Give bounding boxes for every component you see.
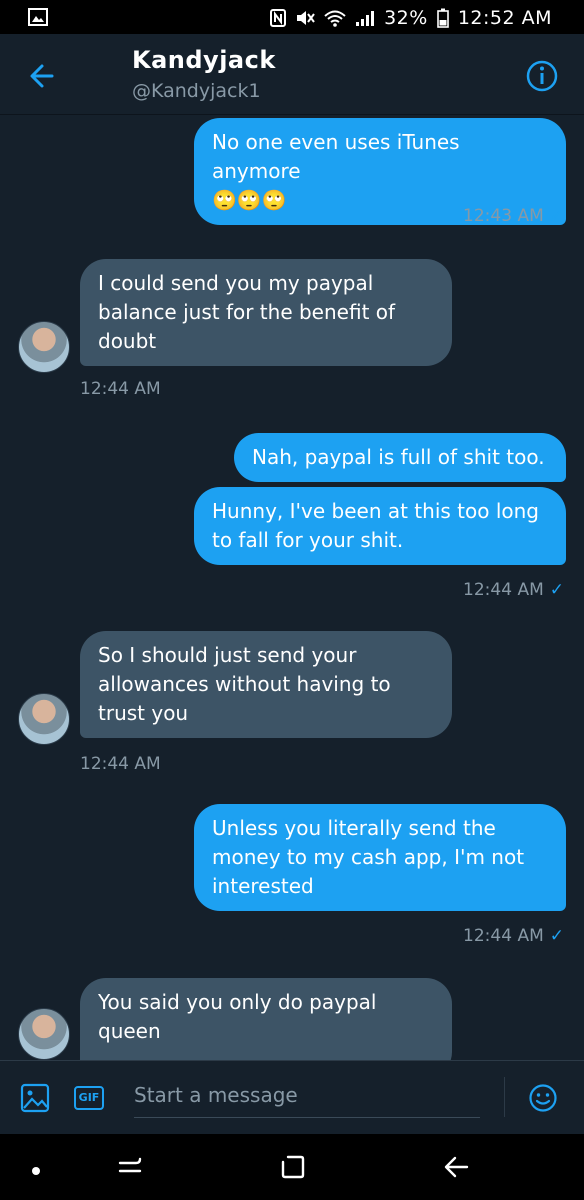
emoji-icon <box>529 1084 557 1112</box>
avatar[interactable] <box>18 321 70 373</box>
message-timestamp: 12:44 AM ✓ <box>463 926 564 946</box>
battery-icon <box>437 8 449 28</box>
outgoing-message[interactable]: Hunny, I've been at this too long to fal… <box>194 487 566 565</box>
home-icon[interactable] <box>280 1154 306 1184</box>
message-text: No one even uses iTunes anymore 🙄🙄🙄 <box>212 130 460 212</box>
message-timestamp: 12:44 AM ✓ <box>463 580 564 600</box>
status-bar: 32% 12:52 AM <box>0 0 584 34</box>
incoming-message[interactable]: You said you only do paypal queen <box>80 978 452 1060</box>
image-icon <box>20 1083 50 1113</box>
wifi-icon <box>324 9 346 27</box>
incoming-message[interactable]: So I should just send your allowances wi… <box>80 631 452 738</box>
battery-percent: 32% <box>384 7 428 29</box>
signal-icon <box>355 9 375 27</box>
message-text: So I should just send your allowances wi… <box>98 643 391 725</box>
nav-back-icon[interactable] <box>442 1154 470 1184</box>
mute-icon <box>295 9 315 27</box>
back-arrow-icon <box>30 64 54 88</box>
composer-divider <box>504 1077 505 1117</box>
emoji-button[interactable] <box>528 1083 558 1117</box>
recents-icon[interactable] <box>116 1154 144 1184</box>
nfc-icon <box>270 9 287 27</box>
outgoing-message[interactable]: Unless you literally send the money to m… <box>194 804 566 911</box>
message-input[interactable]: Start a message <box>134 1077 480 1118</box>
message-composer: GIF Start a message <box>0 1060 584 1135</box>
avatar[interactable] <box>18 1008 70 1060</box>
info-button[interactable] <box>522 56 562 96</box>
outgoing-message[interactable]: Nah, paypal is full of shit too. <box>234 433 566 482</box>
gallery-icon <box>28 8 48 30</box>
add-image-button[interactable] <box>20 1083 50 1117</box>
message-text: You said you only do paypal queen <box>98 990 377 1043</box>
message-text: Unless you literally send the money to m… <box>212 816 525 898</box>
avatar[interactable] <box>18 693 70 745</box>
system-nav-bar <box>0 1134 584 1200</box>
nav-dot-icon[interactable] <box>30 1162 42 1181</box>
message-timestamp: 12:43 AM ✓ <box>463 206 564 226</box>
conversation-handle: @Kandyjack1 <box>132 80 261 102</box>
message-timestamp: 12:44 AM <box>80 754 161 774</box>
message-thread[interactable]: No one even uses iTunes anymore 🙄🙄🙄 12:4… <box>0 114 584 1060</box>
status-time: 12:52 AM <box>457 7 552 29</box>
message-text: Hunny, I've been at this too long to fal… <box>212 499 539 552</box>
gif-button[interactable]: GIF <box>74 1086 104 1110</box>
message-text: I could send you my paypal balance just … <box>98 271 396 353</box>
message-timestamp: 12:44 AM <box>80 379 161 399</box>
conversation-header: Kandyjack @Kandyjack1 <box>0 34 584 115</box>
info-icon <box>526 60 558 92</box>
message-text: Nah, paypal is full of shit too. <box>252 445 545 469</box>
incoming-message[interactable]: I could send you my paypal balance just … <box>80 259 452 366</box>
conversation-title: Kandyjack <box>132 46 276 74</box>
back-button[interactable] <box>22 56 62 96</box>
